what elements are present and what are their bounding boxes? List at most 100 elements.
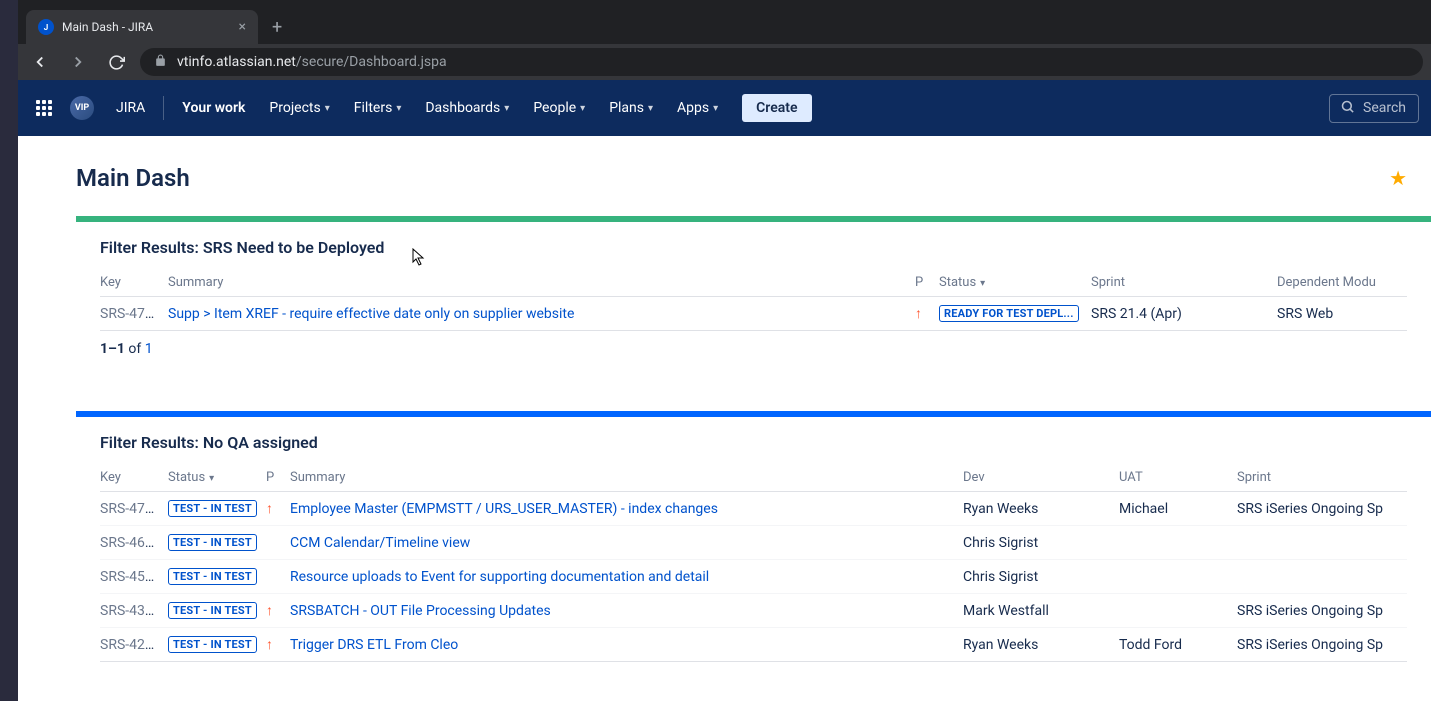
sprint-value: SRS iSeries Ongoing Sp: [1237, 492, 1407, 526]
dev-value: Ryan Weeks: [963, 628, 1119, 662]
sprint-value: SRS 21.4 (Apr): [1091, 297, 1277, 331]
col-p[interactable]: P: [266, 464, 290, 492]
tab-title: Main Dash - JIRA: [62, 20, 231, 34]
sprint-value: [1237, 560, 1407, 594]
nav-people[interactable]: People▾: [523, 94, 595, 122]
chevron-down-icon: ▾: [325, 103, 330, 114]
col-p[interactable]: P: [915, 269, 939, 297]
sprint-value: SRS iSeries Ongoing Sp: [1237, 628, 1407, 662]
jira-app: VIP JIRA Your work Projects▾ Filters▾ Da…: [18, 80, 1431, 701]
uat-value: Michael: [1119, 492, 1237, 526]
table-row[interactable]: SRS-4323 TEST - IN TEST ↑ SRSBATCH - OUT Fi…: [100, 594, 1407, 628]
back-button[interactable]: [26, 48, 54, 76]
issue-key[interactable]: SRS-4651: [100, 535, 161, 551]
app-switcher-icon[interactable]: [30, 94, 58, 122]
col-key[interactable]: Key: [100, 269, 168, 297]
browser-tab[interactable]: J Main Dash - JIRA ×: [26, 10, 258, 44]
nav-apps[interactable]: Apps▾: [667, 94, 728, 122]
page-title: Main Dash: [76, 164, 190, 192]
pager-total-link[interactable]: 1: [145, 341, 153, 357]
browser-toolbar: vtinfo.atlassian.net/secure/Dashboard.js…: [18, 44, 1431, 80]
nav-dashboards[interactable]: Dashboards▾: [415, 94, 519, 122]
close-tab-icon[interactable]: ×: [239, 19, 246, 35]
results-table: Key Status▾ P Summary Dev UAT Sprint SRS…: [100, 464, 1407, 662]
sprint-value: SRS iSeries Ongoing Sp: [1237, 594, 1407, 628]
table-row[interactable]: SRS-4651 TEST - IN TEST CCM Calendar/Timel…: [100, 526, 1407, 560]
uat-value: Todd Ford: [1119, 628, 1237, 662]
status-badge: TEST - IN TEST: [168, 602, 257, 619]
chevron-down-icon: ▾: [209, 473, 214, 484]
nav-divider: [163, 96, 164, 120]
table-row[interactable]: SRS-4748 Supp > Item XREF - require effe…: [100, 297, 1407, 331]
issue-key[interactable]: SRS-4530: [100, 569, 161, 585]
issue-summary[interactable]: Employee Master (EMPMSTT / URS_USER_MAST…: [290, 501, 718, 517]
tab-strip: J Main Dash - JIRA × +: [18, 0, 1431, 44]
issue-summary[interactable]: Supp > Item XREF - require effective dat…: [168, 306, 574, 322]
col-sprint[interactable]: Sprint: [1091, 269, 1277, 297]
priority-up-icon: ↑: [266, 637, 273, 653]
results-table: Key Summary P Status▾ Sprint Dependent M…: [100, 269, 1407, 331]
dev-value: Ryan Weeks: [963, 492, 1119, 526]
uat-value: [1119, 560, 1237, 594]
issue-key[interactable]: SRS-4202: [100, 637, 161, 653]
dev-value: Chris Sigrist: [963, 560, 1119, 594]
status-badge: TEST - IN TEST: [168, 500, 257, 517]
forward-button[interactable]: [64, 48, 92, 76]
col-key[interactable]: Key: [100, 464, 168, 492]
uat-value: [1119, 526, 1237, 560]
nav-filters[interactable]: Filters▾: [344, 94, 412, 122]
issue-key[interactable]: SRS-4323: [100, 603, 161, 619]
tab-favicon-icon: J: [38, 19, 54, 35]
dashboard-page: Main Dash ★ Filter Results: SRS Need to …: [18, 136, 1431, 682]
browser-chrome: J Main Dash - JIRA × + vtinfo.atlassian.…: [18, 0, 1431, 80]
col-summary[interactable]: Summary: [168, 269, 915, 297]
nav-plans[interactable]: Plans▾: [599, 94, 663, 122]
issue-key[interactable]: SRS-4748: [100, 306, 161, 322]
new-tab-button[interactable]: +: [258, 10, 296, 44]
col-status[interactable]: Status▾: [939, 269, 1091, 297]
nav-your-work[interactable]: Your work: [172, 94, 255, 122]
sprint-value: [1237, 526, 1407, 560]
col-uat[interactable]: UAT: [1119, 464, 1237, 492]
product-name[interactable]: JIRA: [106, 94, 155, 122]
lock-icon: [154, 54, 167, 71]
url-text: vtinfo.atlassian.net/secure/Dashboard.js…: [177, 54, 447, 70]
product-logo-icon[interactable]: VIP: [70, 96, 94, 120]
table-row[interactable]: SRS-4752 TEST - IN TEST ↑ Employee Master (…: [100, 492, 1407, 526]
priority-up-icon: ↑: [915, 306, 922, 322]
col-sprint[interactable]: Sprint: [1237, 464, 1407, 492]
issue-summary[interactable]: Resource uploads to Event for supporting…: [290, 569, 709, 585]
col-summary[interactable]: Summary: [290, 464, 963, 492]
search-placeholder: Search: [1363, 100, 1406, 116]
priority-up-icon: ↑: [266, 603, 273, 619]
issue-key[interactable]: SRS-4752: [100, 501, 161, 517]
status-badge: TEST - IN TEST: [168, 636, 257, 653]
dev-value: Mark Westfall: [963, 594, 1119, 628]
col-dependent[interactable]: Dependent Modu: [1277, 269, 1407, 297]
priority-up-icon: ↑: [266, 501, 273, 517]
pager: 1–1 of 1: [100, 331, 1407, 367]
star-icon[interactable]: ★: [1389, 166, 1407, 190]
dependent-value: SRS Web: [1277, 297, 1407, 331]
url-bar[interactable]: vtinfo.atlassian.net/secure/Dashboard.js…: [140, 48, 1423, 76]
uat-value: [1119, 594, 1237, 628]
table-row[interactable]: SRS-4202 TEST - IN TEST ↑ Trigger DRS ETL F…: [100, 628, 1407, 662]
gadget-no-qa-assigned: Filter Results: No QA assigned Key Statu…: [76, 411, 1431, 682]
chevron-down-icon: ▾: [504, 103, 509, 114]
chevron-down-icon: ▾: [648, 103, 653, 114]
gadget-title: Filter Results: SRS Need to be Deployed: [100, 238, 1407, 257]
status-badge: READY FOR TEST DEPL...: [939, 305, 1079, 322]
table-row[interactable]: SRS-4530TEST - IN TESTResource uploads t…: [100, 560, 1407, 594]
nav-projects[interactable]: Projects▾: [259, 94, 339, 122]
left-app-sliver: [0, 0, 18, 701]
col-dev[interactable]: Dev: [963, 464, 1119, 492]
chevron-down-icon: ▾: [396, 103, 401, 114]
status-badge: TEST - IN TEST: [168, 534, 257, 551]
issue-summary[interactable]: SRSBATCH - OUT File Processing Updates: [290, 603, 551, 619]
reload-button[interactable]: [102, 48, 130, 76]
issue-summary[interactable]: Trigger DRS ETL From Cleo: [290, 637, 458, 653]
search-input[interactable]: Search: [1329, 94, 1419, 123]
create-button[interactable]: Create: [742, 94, 811, 122]
col-status[interactable]: Status▾: [168, 464, 266, 492]
issue-summary[interactable]: CCM Calendar/Timeline view: [290, 535, 470, 551]
